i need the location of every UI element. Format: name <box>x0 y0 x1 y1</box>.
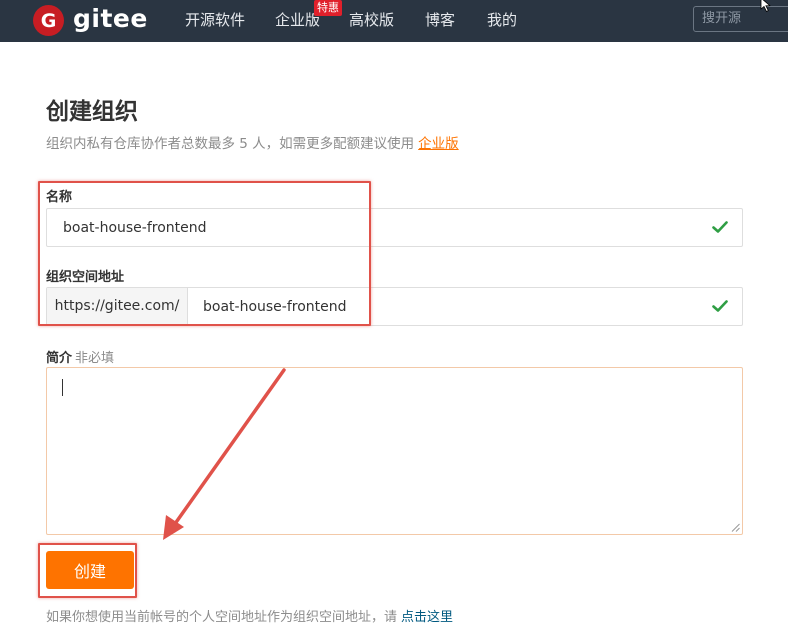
text-caret <box>62 379 63 396</box>
url-prefix: https://gitee.com/ <box>47 288 188 325</box>
description-label-text: 简介 <box>46 351 73 366</box>
nav-item-blog[interactable]: 博客 <box>425 0 455 42</box>
create-button[interactable]: 创建 <box>46 551 134 589</box>
name-input[interactable] <box>61 209 705 248</box>
search-input[interactable] <box>693 6 788 32</box>
brand-name[interactable]: gitee <box>73 2 148 38</box>
name-label: 名称 <box>46 190 73 205</box>
name-field[interactable] <box>46 208 743 248</box>
footer-note: 如果你想使用当前帐号的个人空间地址作为组织空间地址，请 点击这里 <box>46 606 453 625</box>
path-label: 组织空间地址 <box>46 270 125 285</box>
nav-item-open-source[interactable]: 开源软件 <box>185 0 245 42</box>
path-field[interactable]: https://gitee.com/ <box>46 287 743 327</box>
enterprise-link[interactable]: 企业版 <box>418 136 459 152</box>
optional-note: 非必填 <box>75 351 115 366</box>
resize-handle-icon[interactable] <box>731 523 740 532</box>
description-textarea[interactable] <box>46 367 743 535</box>
valid-check-icon <box>712 300 728 312</box>
nav-item-mine[interactable]: 我的 <box>487 0 517 42</box>
promo-badge: 特惠 <box>314 0 342 16</box>
top-navbar: G gitee 开源软件 企业版 特惠 高校版 博客 我的 <box>0 0 788 42</box>
nav-item-education[interactable]: 高校版 <box>349 0 394 42</box>
gitee-logo-icon[interactable]: G <box>33 5 64 36</box>
valid-check-icon <box>712 221 728 233</box>
page-title: 创建组织 <box>46 99 138 125</box>
footer-note-text: 如果你想使用当前帐号的个人空间地址作为组织空间地址，请 <box>46 610 398 625</box>
mouse-cursor-icon <box>760 0 771 12</box>
quota-note: 组织内私有仓库协作者总数最多 5 人，如需更多配额建议使用 <box>46 136 415 152</box>
click-here-link[interactable]: 点击这里 <box>401 610 453 625</box>
path-input[interactable] <box>201 288 705 327</box>
page-subtitle: 组织内私有仓库协作者总数最多 5 人，如需更多配额建议使用 企业版 <box>46 132 459 152</box>
description-label: 简介 非必填 <box>46 347 114 366</box>
